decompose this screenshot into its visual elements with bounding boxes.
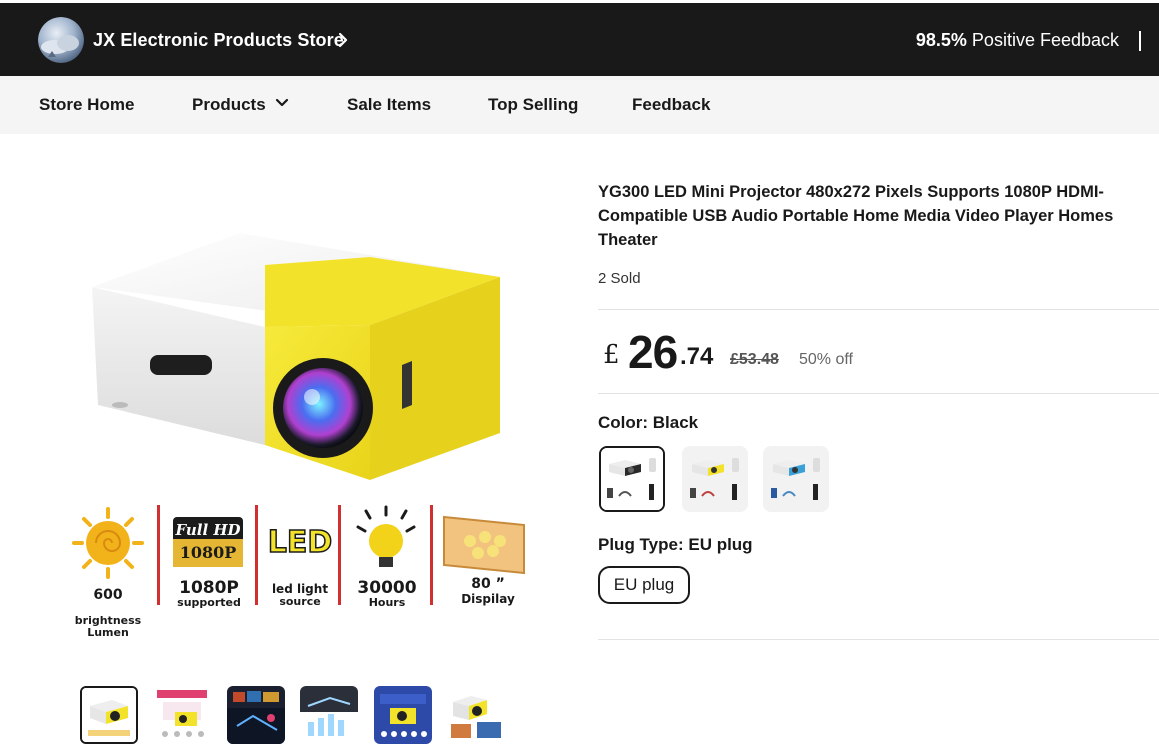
feature-brightness-caption: brightness Lumen — [74, 614, 142, 639]
feedback-label: Positive Feedback — [971, 30, 1119, 50]
badge-1080: 1080P — [179, 543, 237, 562]
bulb-icon — [356, 505, 416, 567]
store-name[interactable]: JX Electronic Products Store — [93, 30, 344, 51]
color-option-blue[interactable] — [763, 446, 829, 512]
thumbnail-4[interactable] — [300, 686, 358, 744]
nav-feedback[interactable]: Feedback — [632, 95, 710, 115]
feature-led-caption: source — [279, 595, 321, 608]
nav-products-label: Products — [192, 95, 266, 114]
feature-1080p-value: 1080P — [179, 578, 239, 598]
store-header: JX Electronic Products Store 98.5% Posit… — [0, 3, 1159, 76]
badge-led: LED — [267, 524, 333, 561]
feature-hours-value: 30000 — [357, 578, 417, 598]
original-price: £53.48 — [730, 351, 779, 368]
chevron-down-icon — [275, 98, 288, 107]
color-option-yellow[interactable] — [682, 446, 748, 512]
thumbnail-3[interactable] — [227, 686, 285, 744]
thumbnail-5[interactable] — [374, 686, 432, 744]
nav-store-home[interactable]: Store Home — [39, 95, 134, 115]
price-currency: £ — [603, 340, 620, 370]
feature-1080p-caption: supported — [177, 596, 241, 609]
badge-full-hd: Full HD — [175, 521, 241, 539]
feature-label-brightness: 600 brightness Lumen — [62, 576, 154, 652]
plug-type-label: Plug Type: EU plug — [598, 535, 753, 554]
feature-label-1080p: 1080P supported — [165, 579, 253, 608]
price-integer: 26 — [628, 326, 678, 378]
feature-label-led: led light source — [262, 583, 338, 608]
nav-sale-items[interactable]: Sale Items — [347, 95, 431, 115]
thumbnail-2[interactable] — [153, 686, 211, 744]
nav-products[interactable]: Products — [192, 95, 289, 115]
thumbnail-1[interactable] — [80, 686, 138, 744]
feature-hours-caption: Hours — [368, 596, 406, 609]
divider-bottom — [598, 639, 1159, 640]
feedback-percent: 98.5% — [915, 30, 967, 50]
feature-label-display: 80 ” Dispilay — [440, 576, 536, 606]
feature-brightness-value: 600 — [93, 587, 123, 603]
thumbnail-6[interactable] — [447, 686, 505, 744]
color-option-black[interactable] — [599, 446, 665, 512]
positive-feedback: 98.5% Positive Feedback — [916, 30, 1119, 51]
chevron-right-icon[interactable] — [336, 31, 350, 49]
store-nav: Store Home Products Sale Items Top Selli… — [0, 76, 1159, 134]
product-title: YG300 LED Mini Projector 480x272 Pixels … — [598, 183, 1114, 249]
nav-top-selling[interactable]: Top Selling — [488, 95, 578, 115]
sold-count: 2 Sold — [598, 270, 641, 287]
header-divider — [1139, 31, 1141, 51]
discount-badge: 50% off — [799, 351, 853, 368]
feature-label-hours: 30000 Hours — [344, 579, 430, 609]
divider-price — [598, 393, 1159, 394]
main-product-image[interactable]: 600 brightness Lumen Full HD 1080P 1080P… — [40, 165, 550, 639]
divider-top — [598, 309, 1159, 310]
brightness-sun-icon — [72, 507, 144, 579]
color-label: Color: Black — [598, 413, 699, 432]
feature-display-value: 80 ” — [471, 576, 505, 592]
store-logo[interactable] — [38, 17, 84, 63]
plug-option-eu[interactable]: EU plug — [598, 566, 690, 604]
feature-display-caption: Dispilay — [461, 592, 515, 606]
price-decimal: .74 — [680, 343, 714, 370]
